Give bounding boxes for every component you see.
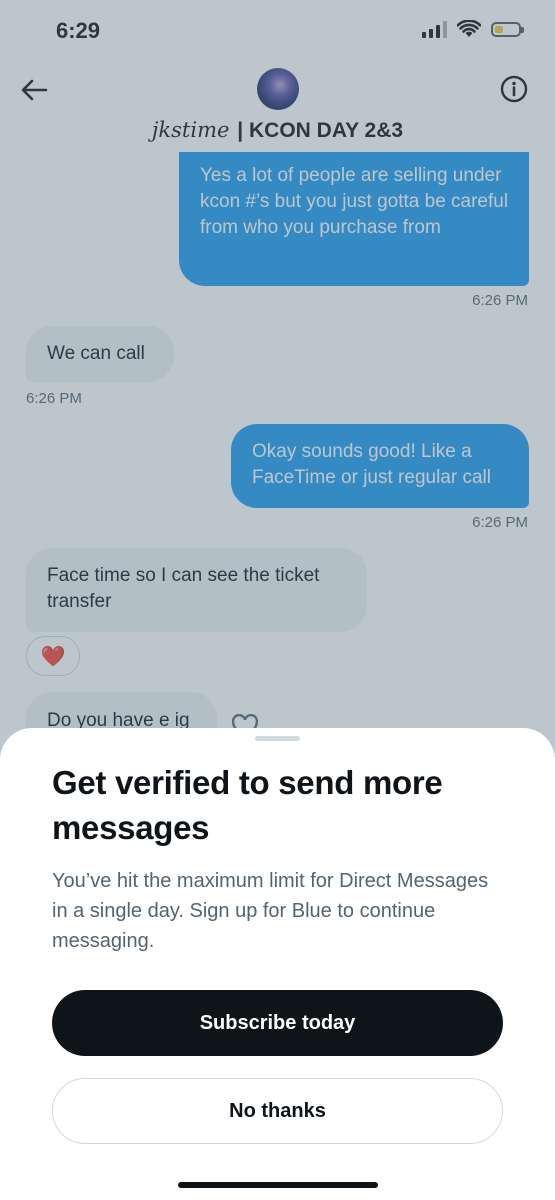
sheet-grabber[interactable] bbox=[255, 736, 300, 741]
dm-conversation-screen: 6:29 jkstime | KCON DAY 2&3 Yes a lot of… bbox=[0, 0, 555, 1200]
home-indicator[interactable] bbox=[178, 1182, 378, 1188]
sheet-title: Get verified to send more messages bbox=[52, 764, 443, 846]
no-thanks-button[interactable]: No thanks bbox=[52, 1078, 503, 1144]
subscribe-button[interactable]: Subscribe today bbox=[52, 990, 503, 1056]
sheet-description: You’ve hit the maximum limit for Direct … bbox=[52, 870, 489, 952]
verification-sheet: Get verified to send more messages You’v… bbox=[0, 728, 555, 1200]
